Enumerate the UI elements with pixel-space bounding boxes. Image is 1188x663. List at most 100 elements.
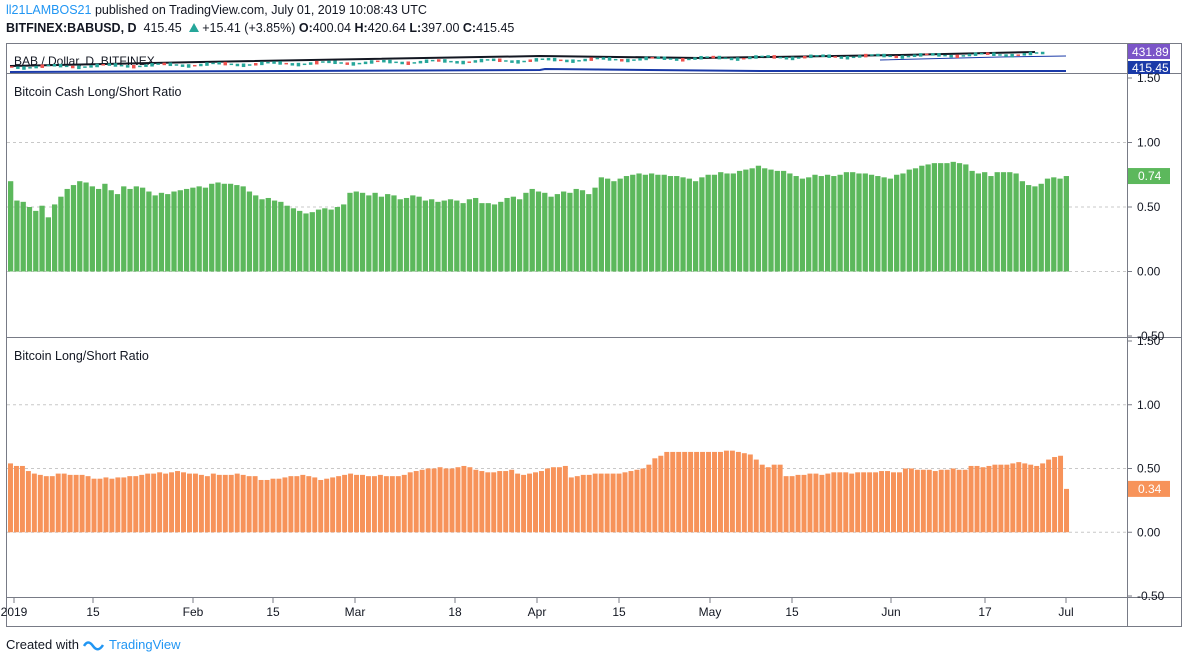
bch-bar: [875, 176, 881, 272]
bch-bar: [45, 217, 51, 272]
btc-bar: [276, 478, 282, 533]
mini-candle: [723, 57, 728, 60]
bch-bar: [598, 177, 604, 272]
bch-bar: [523, 192, 529, 272]
bch-bar: [378, 196, 385, 272]
tradingview-link[interactable]: TradingView: [109, 637, 181, 652]
btc-bar: [91, 478, 97, 533]
mini-candle: [467, 61, 471, 63]
btc-bar: [133, 476, 139, 533]
bch-bar: [202, 187, 209, 272]
mini-candle: [278, 61, 282, 65]
bch-bar: [931, 163, 938, 272]
mini-candle: [437, 59, 441, 62]
tradingview-logo-icon: [82, 640, 105, 650]
btc-bar: [186, 473, 192, 533]
mini-candle: [510, 60, 514, 63]
btc-bar: [497, 471, 503, 533]
bch-bar: [158, 192, 165, 272]
bch-bar: [121, 186, 127, 272]
bch-bar: [994, 172, 1000, 272]
bch-bar: [674, 176, 680, 272]
mini-candle: [894, 55, 898, 59]
mini-candle: [687, 58, 691, 61]
bch-bar: [768, 169, 774, 272]
btc-bar: [849, 473, 855, 533]
btc-bar: [550, 467, 556, 533]
mini-candle: [522, 60, 526, 63]
bch-bar: [259, 199, 265, 272]
btc-bar: [914, 469, 920, 533]
mini-candle: [272, 61, 276, 64]
mini-candle: [321, 61, 325, 63]
mini-candle: [534, 58, 539, 62]
mini-candle: [992, 52, 996, 56]
btc-bar: [43, 476, 49, 533]
btc-bar: [425, 468, 431, 533]
bch-bar: [623, 176, 630, 272]
bch-bar: [969, 170, 975, 272]
mini-candle: [52, 64, 57, 67]
btc-bar: [521, 474, 527, 533]
bch-bar: [183, 188, 190, 272]
bch-bar: [592, 187, 598, 272]
btc-bar: [354, 474, 360, 533]
bch-bar: [133, 186, 139, 272]
chart-canvas[interactable]: BAB / Dollar, D, BITFINEX 431.89 415.45 …: [0, 0, 1188, 663]
mini-candle: [156, 63, 160, 65]
btc-bar: [646, 464, 652, 533]
xtick-label: 15: [612, 605, 626, 619]
bch-bar: [372, 192, 378, 272]
btc-bar: [228, 474, 234, 533]
bch-bar: [799, 178, 806, 272]
btc-bar: [980, 467, 986, 533]
bch-bar: [190, 187, 196, 272]
mini-candle: [742, 57, 746, 60]
btc-bar: [861, 472, 867, 533]
mini-candle: [235, 63, 240, 67]
btc-bar: [938, 469, 944, 533]
mini-candle: [28, 67, 32, 69]
btc-bar: [234, 473, 240, 533]
btc-bar: [157, 472, 163, 533]
btc-bar: [843, 472, 849, 533]
bch-bar: [963, 164, 969, 272]
xtick-label: 15: [785, 605, 799, 619]
mini-candle: [308, 62, 313, 65]
bch-bar: [8, 181, 14, 272]
bch-bar: [881, 177, 887, 272]
btc-bar: [121, 477, 127, 533]
mini-candle: [1028, 51, 1033, 56]
btc-bar: [389, 476, 395, 533]
mini-candle: [10, 66, 14, 68]
btc-bar: [706, 451, 712, 533]
bch-bar: [265, 197, 271, 272]
price-pane: BAB / Dollar, D, BITFINEX: [9, 51, 1067, 73]
mini-candle: [40, 64, 44, 68]
btc-bar: [1046, 459, 1052, 533]
btc-bar: [246, 476, 252, 533]
btc-bar: [1052, 457, 1058, 533]
mini-candle: [803, 55, 807, 59]
mini-candle: [77, 65, 81, 70]
btc-bar: [694, 451, 700, 533]
mini-candle: [400, 61, 404, 65]
mini-candle: [937, 53, 941, 57]
mini-candle: [754, 55, 758, 59]
btc-bar: [598, 473, 604, 533]
btc-bar: [443, 468, 449, 533]
mini-candle: [601, 57, 606, 60]
bch-bar: [1026, 185, 1032, 272]
bch-bar: [165, 194, 171, 272]
btc-bar: [151, 473, 157, 533]
mini-candle: [125, 65, 130, 68]
bch-bar: [385, 194, 391, 272]
bch-bar: [209, 183, 215, 272]
bch-bar: [868, 174, 875, 272]
mini-candle: [229, 63, 234, 66]
bch-bar: [139, 187, 146, 272]
mini-candle: [918, 53, 923, 57]
bch-bar: [341, 204, 347, 272]
btc-bar: [115, 477, 121, 533]
bch-bar: [1013, 173, 1019, 272]
